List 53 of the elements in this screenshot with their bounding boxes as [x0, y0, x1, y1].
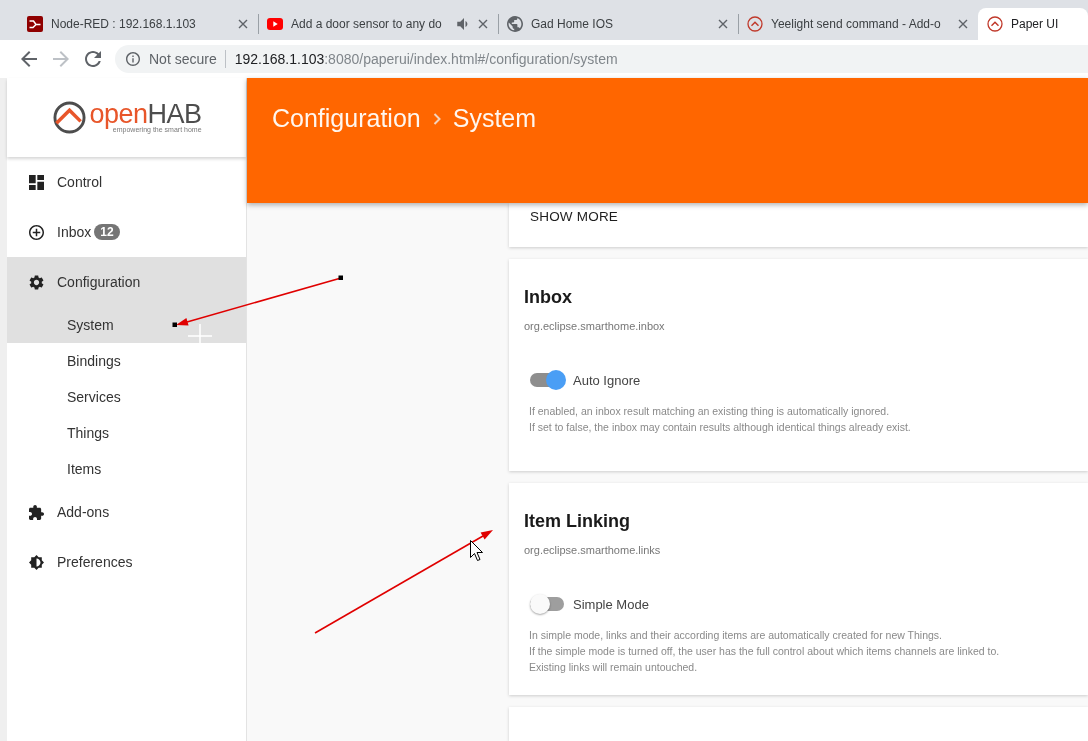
house-circle-icon: [987, 16, 1003, 32]
speaker-icon[interactable]: [457, 18, 468, 30]
security-label[interactable]: Not secure: [149, 51, 217, 67]
close-icon[interactable]: [478, 19, 488, 29]
nav-item[interactable]: Add-ons: [7, 487, 246, 537]
nav-item[interactable]: Control: [7, 157, 246, 207]
toggle-label: Simple Mode: [573, 596, 649, 612]
nav-subitem[interactable]: Services: [7, 379, 246, 415]
card-subtitle: org.eclipse.smarthome.inbox: [524, 319, 666, 333]
address-bar[interactable]: Not secure 192.168.1.103:8080/paperui/index.html#/configuration/system: [115, 45, 1088, 73]
card-title: Item Linking: [524, 510, 631, 533]
card-title: Inbox: [524, 286, 573, 309]
nav-subitem[interactable]: Things: [7, 415, 246, 451]
browser-tab[interactable]: Yeelight send command - Add-o: [738, 8, 978, 40]
nav-item[interactable]: Configuration: [7, 257, 246, 307]
breadcrumb-item: System: [452, 104, 537, 132]
logo-wordmark: openHAB: [89, 101, 202, 127]
browser-tab[interactable]: Gad Home IOS: [498, 8, 738, 40]
house-circle-icon: [747, 16, 763, 32]
toggle-switch[interactable]: [530, 370, 566, 390]
dashboard-icon: [29, 174, 44, 190]
settings-icon: [29, 274, 44, 290]
count-badge: 12: [94, 224, 120, 240]
logo-icon: [53, 101, 87, 134]
browser-tab[interactable]: Add a door sensor to any do: [258, 8, 498, 40]
nav-subitem[interactable]: Bindings: [7, 343, 246, 379]
browser-tab[interactable]: Paper UI: [978, 8, 1088, 40]
flow-icon: [27, 16, 43, 32]
nav-item[interactable]: Preferences: [7, 537, 246, 587]
setting-description: If enabled, an inbox result matching an existing thing is automatically ignored. If set to false, the inbox may contain results although identical things already exist.: [529, 404, 912, 435]
toggle-switch[interactable]: [530, 594, 566, 614]
info-icon[interactable]: [126, 52, 140, 66]
browser-tab[interactable]: Node-RED : 192.168.1.103: [18, 8, 258, 40]
card-subtitle: org.eclipse.smarthome.links: [524, 543, 662, 557]
url-text[interactable]: 192.168.1.103:8080/paperui/index.html#/configuration/system: [234, 51, 618, 67]
brightness-icon: [29, 554, 44, 570]
close-icon[interactable]: [718, 19, 728, 29]
close-icon[interactable]: [958, 19, 968, 29]
close-icon[interactable]: [238, 19, 248, 29]
back-arrow-icon: [21, 51, 37, 67]
forward-arrow-icon: [53, 51, 69, 67]
chevron-right-icon: [432, 113, 441, 125]
mouse-pointer-icon: [470, 540, 483, 561]
nav-subitem[interactable]: System: [7, 307, 246, 343]
nav-subitem[interactable]: Items: [7, 451, 246, 487]
puzzle-icon: [29, 504, 44, 520]
show-more-button[interactable]: SHOW MORE: [530, 209, 619, 225]
setting-description: In simple mode, links and their according items are automatically created for new Things. If the simple mode is turned off, the user has the full control about which items channels are linked to. Existing links will remain untouched.: [529, 628, 1001, 675]
globe-icon: [507, 16, 523, 32]
reload-icon: [85, 51, 101, 67]
nav-item[interactable]: Inbox 12: [7, 207, 246, 257]
toggle-label: Auto Ignore: [573, 372, 641, 388]
play-icon: [267, 18, 283, 30]
